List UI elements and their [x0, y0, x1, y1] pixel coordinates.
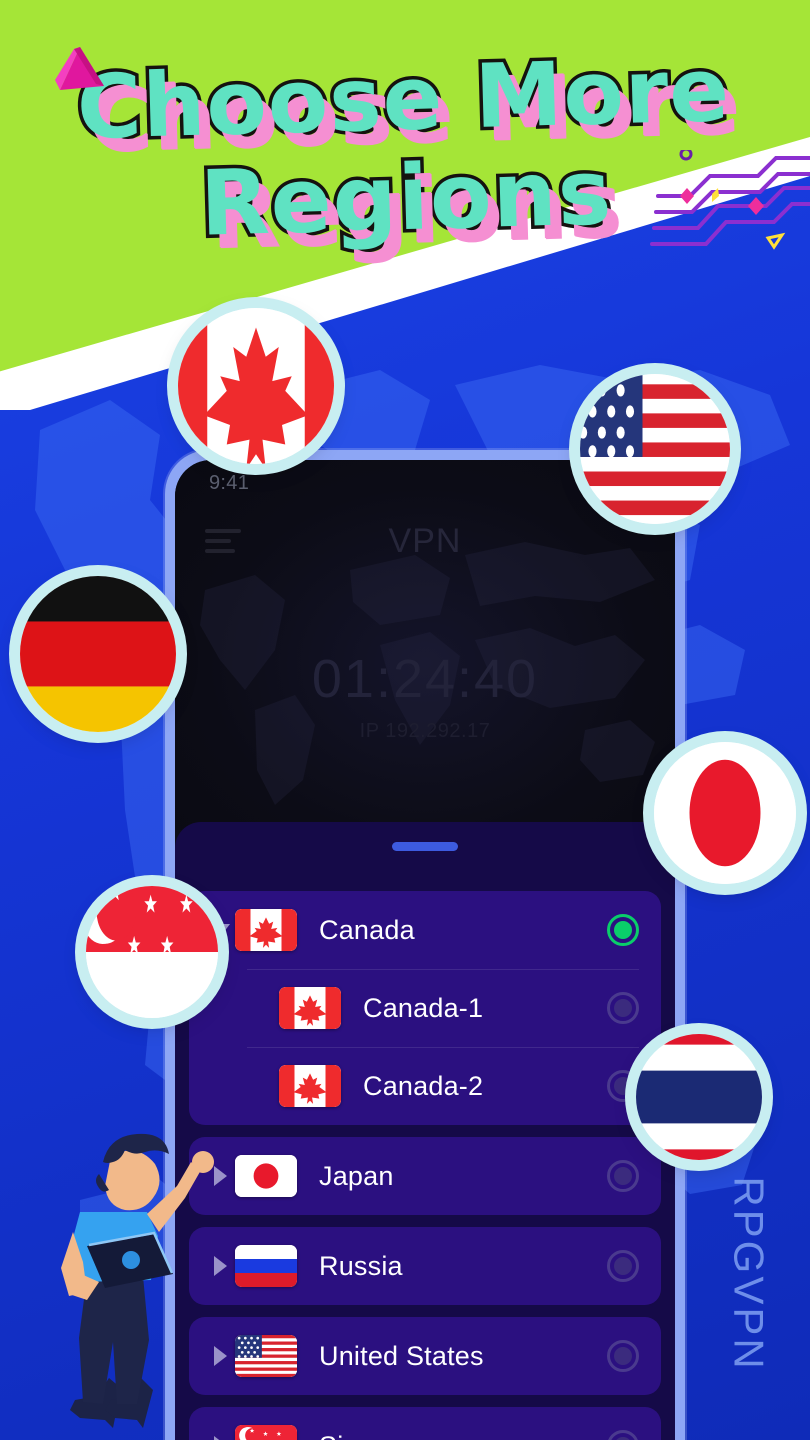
radio-unselected-icon[interactable] [607, 1070, 639, 1102]
status-bar-time: 9:41 [209, 471, 250, 494]
server-name: Japan [319, 1160, 394, 1191]
drag-handle-icon[interactable] [392, 842, 458, 851]
server-group: Japan [189, 1137, 661, 1215]
phone-mockup: 9:41 VPN 01:24:40 IP 192.292.17 Canada Ca… [165, 450, 685, 1440]
brand-watermark: RPGVPN [725, 1176, 773, 1372]
connection-timer: 01:24:40 [311, 649, 539, 709]
hamburger-menu-icon[interactable] [205, 529, 245, 553]
flag-bubble-us [580, 374, 730, 524]
flag-icon-ru [235, 1245, 297, 1287]
flag-icon-ca [279, 987, 341, 1029]
server-name: Singapore [319, 1431, 607, 1440]
person-with-laptop-illustration [61, 1133, 214, 1428]
purple-zigzag-lines-icon [650, 150, 810, 250]
flag-bubble-ca [178, 308, 334, 464]
server-name: United States [319, 1340, 484, 1371]
server-row-canada-2[interactable]: Canada-2 [189, 1047, 661, 1125]
ip-address-label: IP 192.292.17 [359, 720, 491, 742]
server-row-united-states[interactable]: United States [189, 1317, 661, 1395]
server-list: Canada Canada-1 Canada-2 Japan Russia United … [175, 891, 675, 1440]
server-row-singapore[interactable]: Singapore [189, 1407, 661, 1440]
server-group: United States [189, 1317, 661, 1395]
server-row-canada-1[interactable]: Canada-1 [189, 969, 661, 1047]
radio-unselected-icon[interactable] [607, 992, 639, 1024]
server-name: Russia [319, 1250, 403, 1281]
promo-title-line-1: Choose More [72, 34, 735, 162]
app-title: VPN [388, 521, 462, 560]
magenta-prism-icon [55, 47, 104, 90]
phone-screen: 9:41 VPN 01:24:40 IP 192.292.17 Canada Ca… [175, 460, 675, 1440]
flag-bubble-jp [654, 742, 796, 884]
server-row-canada[interactable]: Canada [189, 891, 661, 969]
server-group: Russia [189, 1227, 661, 1305]
server-list-sheet: Canada Canada-1 Canada-2 Japan Russia United … [175, 822, 675, 1440]
chevron-right-icon[interactable] [205, 1435, 235, 1440]
radio-unselected-icon[interactable] [607, 1340, 639, 1372]
server-group: Canada Canada-1 Canada-2 [189, 891, 661, 1125]
flag-icon-us [235, 1335, 297, 1377]
flag-icon-ca [279, 1065, 341, 1107]
server-row-japan[interactable]: Japan [189, 1137, 661, 1215]
connection-status-block: 01:24:40 IP 192.292.17 [175, 648, 675, 743]
server-name: Canada-1 [363, 992, 484, 1023]
flag-bubble-sg [86, 886, 218, 1018]
server-row-russia[interactable]: Russia [189, 1227, 661, 1305]
flag-bubble-th [636, 1034, 762, 1160]
server-name: Canada-2 [363, 1070, 484, 1101]
server-name: Canada [319, 914, 415, 945]
flag-icon-jp [235, 1155, 297, 1197]
server-group: Singapore [189, 1407, 661, 1440]
flag-icon-sg [235, 1425, 297, 1440]
flag-bubble-de [20, 576, 176, 732]
radio-unselected-icon[interactable] [607, 1430, 639, 1440]
radio-unselected-icon[interactable] [607, 1160, 639, 1192]
flag-icon-ca [235, 909, 297, 951]
radio-unselected-icon[interactable] [607, 1250, 639, 1282]
radio-selected-icon[interactable] [607, 914, 639, 946]
